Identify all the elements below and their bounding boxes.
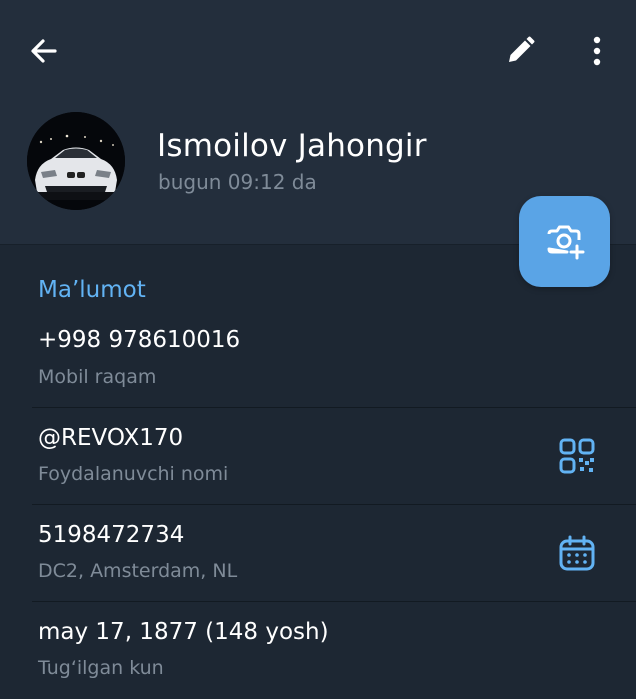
pencil-icon <box>509 36 535 62</box>
user-id-row[interactable]: 5198472734 DC2, Amsterdam, NL <box>0 505 636 602</box>
user-id: 5198472734 <box>38 522 185 548</box>
birthday-row[interactable]: may 17, 1877 (148 yosh) Tug‘ilgan kun <box>0 602 636 699</box>
avatar[interactable] <box>27 112 125 210</box>
car-photo-avatar <box>27 112 125 210</box>
more-vertical-icon <box>593 36 601 66</box>
camera-add-icon <box>547 225 584 259</box>
contact-name: Ismoilov Jahongir <box>157 128 427 164</box>
back-button[interactable] <box>20 27 68 75</box>
info-section-title: Ma’lumot <box>38 277 146 303</box>
username-label: Foydalanuvchi nomi <box>38 463 229 485</box>
username-row[interactable]: @REVOX170 Foydalanuvchi nomi <box>0 408 636 505</box>
phone-label: Mobil raqam <box>38 366 157 388</box>
qr-code-icon <box>559 438 595 474</box>
birthday-label: Tug‘ilgan kun <box>38 657 164 679</box>
qr-code-button[interactable] <box>553 432 601 480</box>
birthday: may 17, 1877 (148 yosh) <box>38 619 329 645</box>
data-center-label: DC2, Amsterdam, NL <box>38 560 238 582</box>
calendar-button[interactable] <box>553 529 601 577</box>
phone-row[interactable]: +998 978610016 Mobil raqam <box>0 311 636 408</box>
more-menu-button[interactable] <box>573 27 621 75</box>
calendar-icon <box>559 535 595 571</box>
edit-button[interactable] <box>496 27 544 75</box>
username: @REVOX170 <box>38 425 184 451</box>
last-seen-status: bugun 09:12 da <box>158 170 317 194</box>
set-photo-button[interactable] <box>519 196 610 287</box>
arrow-left-icon <box>31 39 57 63</box>
phone-number: +998 978610016 <box>38 327 241 353</box>
